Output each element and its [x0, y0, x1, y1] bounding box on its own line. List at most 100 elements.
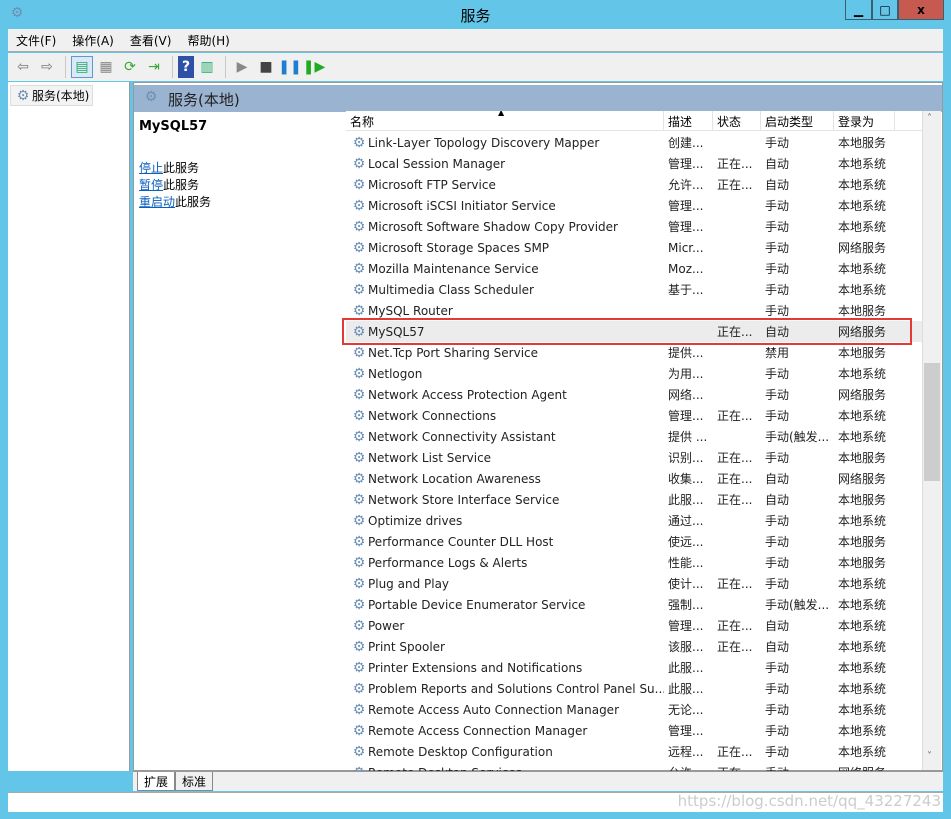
menu-view[interactable]: 查看(V): [130, 32, 172, 49]
scroll-thumb[interactable]: [924, 363, 940, 481]
service-gear-icon: ⚙: [352, 260, 366, 277]
service-description: 无论...: [668, 703, 704, 717]
table-row[interactable]: ⚙ Network Connectivity Assistant 提供 ... 手动(…: [346, 426, 923, 447]
console-icon[interactable]: ▥: [196, 56, 218, 78]
service-status: 正在...: [713, 764, 761, 771]
table-row[interactable]: ⚙ Microsoft iSCSI Initiator Service 管理... 手…: [346, 195, 923, 216]
table-row[interactable]: ⚙ Multimedia Class Scheduler 基于... 手动 本地系统: [346, 279, 923, 300]
service-description: 基于...: [668, 283, 704, 297]
service-name: Microsoft Storage Spaces SMP: [368, 240, 550, 255]
service-log-on-as: 本地服务: [838, 136, 887, 150]
service-log-on-as: 本地系统: [838, 409, 887, 423]
table-row[interactable]: ⚙ Link-Layer Topology Discovery Mapper 创建.…: [346, 132, 923, 153]
service-log-on-as: 本地系统: [838, 682, 887, 696]
menu-file[interactable]: 文件(F): [16, 32, 56, 49]
service-gear-icon: ⚙: [352, 281, 366, 298]
help-icon[interactable]: ?: [178, 56, 194, 78]
resume-icon[interactable]: ❚▶: [303, 56, 326, 78]
service-status: 正在...: [717, 640, 753, 654]
table-row[interactable]: ⚙ Microsoft Software Shadow Copy Provider…: [346, 216, 923, 237]
table-row[interactable]: ⚙ Network Connections 管理... 正在... 手动 本地系统: [346, 405, 923, 426]
service-startup-type: 手动: [765, 577, 790, 591]
service-description: 为用...: [668, 367, 704, 381]
vertical-scrollbar[interactable]: ˄ ˅: [922, 111, 941, 770]
service-log-on-as: 本地系统: [838, 430, 887, 444]
table-row[interactable]: ⚙ Remote Access Connection Manager 管理... 手动…: [346, 720, 923, 741]
menu-help[interactable]: 帮助(H): [187, 32, 229, 49]
service-startup-type: 禁用: [765, 346, 790, 360]
service-description: 使计...: [668, 577, 704, 591]
properties-icon[interactable]: ▦: [95, 56, 117, 78]
refresh-icon[interactable]: ⟳: [119, 56, 141, 78]
table-row[interactable]: ⚙ Network List Service 识别... 正在... 手动 本地服务: [346, 447, 923, 468]
service-gear-icon: ⚙: [352, 533, 366, 550]
service-gear-icon: ⚙: [352, 596, 366, 613]
table-row[interactable]: ⚙ Performance Logs & Alerts 性能... 手动 本地服务: [346, 552, 923, 573]
highlight-box: [342, 318, 912, 345]
service-status: 正在...: [717, 472, 753, 486]
table-row[interactable]: ⚙ Microsoft FTP Service 允许... 正在... 自动 本地系统: [346, 174, 923, 195]
column-header-description[interactable]: 描述: [664, 111, 713, 130]
service-name: Power: [368, 618, 405, 633]
table-row[interactable]: ⚙ Microsoft Storage Spaces SMP Micr... 手动 网络…: [346, 237, 923, 258]
pause-icon[interactable]: ❚❚: [278, 56, 301, 78]
column-header-log-on-as[interactable]: 登录为: [834, 111, 895, 130]
pause-service-link[interactable]: 暂停: [139, 178, 163, 192]
service-name: Remote Access Connection Manager: [368, 723, 588, 738]
table-row[interactable]: ⚙ Mozilla Maintenance Service Moz... 手动 本地系统: [346, 258, 923, 279]
service-name: Microsoft iSCSI Initiator Service: [368, 198, 556, 213]
close-button[interactable]: x: [898, 0, 944, 20]
table-row[interactable]: ⚙ Remote Access Auto Connection Manager 无论…: [346, 699, 923, 720]
table-row[interactable]: ⚙ Printer Extensions and Notifications 此服.…: [346, 657, 923, 678]
menu-bar: 文件(F) 操作(A) 查看(V) 帮助(H): [8, 29, 943, 52]
service-startup-type: 手动: [765, 283, 790, 297]
service-description: 识别...: [668, 451, 704, 465]
tab-extended[interactable]: 扩展: [137, 772, 176, 791]
table-row[interactable]: ⚙ Power 管理... 正在... 自动 本地系统: [346, 615, 923, 636]
table-row[interactable]: ⚙ Performance Counter DLL Host 使远... 手动 本地服务: [346, 531, 923, 552]
menu-action[interactable]: 操作(A): [72, 32, 114, 49]
service-log-on-as: 网络服务: [838, 241, 887, 255]
start-icon[interactable]: ▶: [231, 56, 253, 78]
table-row[interactable]: ⚙ Problem Reports and Solutions Control P…: [346, 678, 923, 699]
table-row[interactable]: ⚙ Optimize drives 通过... 手动 本地系统: [346, 510, 923, 531]
service-status: 正在...: [717, 493, 753, 507]
maximize-button[interactable]: □: [872, 0, 898, 20]
table-row[interactable]: ⚙ Network Location Awareness 收集... 正在... 自动 网…: [346, 468, 923, 489]
column-header-name[interactable]: 名称 ▲: [346, 111, 664, 130]
table-row[interactable]: ⚙ Network Access Protection Agent 网络... 手动 网…: [346, 384, 923, 405]
service-startup-type: 自动: [765, 472, 790, 486]
table-row[interactable]: ⚙ Net.Tcp Port Sharing Service 提供... 禁用 本地服务: [346, 342, 923, 363]
back-icon[interactable]: ⇦: [12, 56, 34, 78]
service-name: Printer Extensions and Notifications: [368, 660, 583, 675]
scroll-up-icon[interactable]: ˄: [927, 113, 932, 124]
scroll-down-icon[interactable]: ˅: [927, 751, 932, 762]
tree-pane: ⚙ 服务(本地): [8, 82, 130, 771]
stop-service-link[interactable]: 停止: [139, 161, 163, 175]
table-row[interactable]: ⚙ Plug and Play 使计... 正在... 手动 本地系统: [346, 573, 923, 594]
service-log-on-as: 本地系统: [838, 178, 887, 192]
forward-icon[interactable]: ⇨: [36, 56, 58, 78]
stop-icon[interactable]: ■: [255, 56, 277, 78]
service-gear-icon: ⚙: [352, 218, 366, 235]
column-header-startup-type[interactable]: 启动类型: [761, 111, 834, 130]
table-row[interactable]: ⚙ Network Store Interface Service 此服... 正在.…: [346, 489, 923, 510]
gear-icon: ⚙: [16, 88, 30, 104]
table-row[interactable]: ⚙ Netlogon 为用... 手动 本地系统: [346, 363, 923, 384]
tree-item-services-local[interactable]: ⚙ 服务(本地): [10, 85, 94, 106]
service-log-on-as: 本地系统: [838, 514, 887, 528]
tab-standard[interactable]: 标准: [175, 772, 214, 791]
show-hide-tree-icon[interactable]: ▤: [71, 56, 93, 78]
restart-service-link[interactable]: 重启动: [139, 195, 175, 209]
service-status: 正在...: [717, 745, 753, 759]
column-header-status[interactable]: 状态: [713, 111, 761, 130]
table-row[interactable]: ⚙ Print Spooler 该服... 正在... 自动 本地系统: [346, 636, 923, 657]
table-row[interactable]: ⚙ Portable Device Enumerator Service 强制...…: [346, 594, 923, 615]
export-icon[interactable]: ⇥: [143, 56, 165, 78]
table-row[interactable]: ⚙ Remote Desktop Configuration 远程... 正在... 手…: [346, 741, 923, 762]
table-row[interactable]: ⚙ Local Session Manager 管理... 正在... 自动 本地系统: [346, 153, 923, 174]
table-row[interactable]: ⚙Remote Desktop Services允许...正在...手动网络服务: [346, 762, 923, 772]
minimize-button[interactable]: ▁: [845, 0, 872, 20]
service-name: Netlogon: [368, 366, 423, 381]
pane-header: ⚙ 服务(本地): [134, 85, 942, 112]
